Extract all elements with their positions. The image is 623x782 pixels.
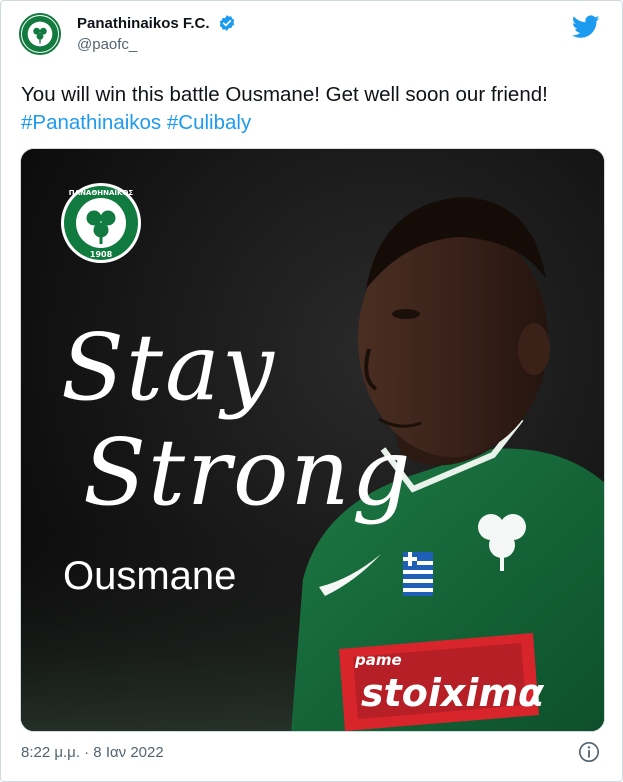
headline-stay: Stay <box>61 314 276 421</box>
sponsor-main: stoiximα <box>361 671 545 715</box>
headline-strong: Strong <box>83 419 413 526</box>
verified-badge-icon <box>219 15 235 31</box>
media-image[interactable]: pame stoiximα ΠΑΝΑΘΗΝΑΪΚΟΣ 1908 Stay Str… <box>20 148 605 732</box>
club-crest: ΠΑΝΑΘΗΝΑΪΚΟΣ 1908 <box>61 183 141 263</box>
hashtag-panathinaikos[interactable]: #Panathinaikos <box>21 111 161 134</box>
media-artwork: pame stoiximα ΠΑΝΑΘΗΝΑΪΚΟΣ 1908 Stay Str… <box>21 149 604 731</box>
timestamp[interactable]: 8:22 μ.μ. · 8 Ιαν 2022 <box>21 744 164 761</box>
avatar[interactable] <box>19 13 61 55</box>
info-icon[interactable] <box>578 741 600 763</box>
tweet-text: You will win this battle Ousmane! Get we… <box>21 81 611 137</box>
panathinaikos-crest-icon <box>21 15 59 53</box>
player-name: Ousmane <box>63 554 236 598</box>
twitter-bird-icon[interactable] <box>572 15 600 39</box>
tweet-card: Panathinaikos F.C. @paofc_ You will win … <box>0 0 623 782</box>
handle[interactable]: @paofc_ <box>77 36 236 53</box>
display-name[interactable]: Panathinaikos F.C. <box>77 15 210 32</box>
crest-year: 1908 <box>90 250 113 259</box>
hashtag-culibaly[interactable]: #Culibaly <box>167 111 251 134</box>
crest-top-text: ΠΑΝΑΘΗΝΑΪΚΟΣ <box>69 188 134 197</box>
author-block: Panathinaikos F.C. @paofc_ <box>77 14 236 53</box>
tweet-body: You will win this battle Ousmane! Get we… <box>21 83 548 106</box>
sponsor-top: pame <box>354 651 402 669</box>
